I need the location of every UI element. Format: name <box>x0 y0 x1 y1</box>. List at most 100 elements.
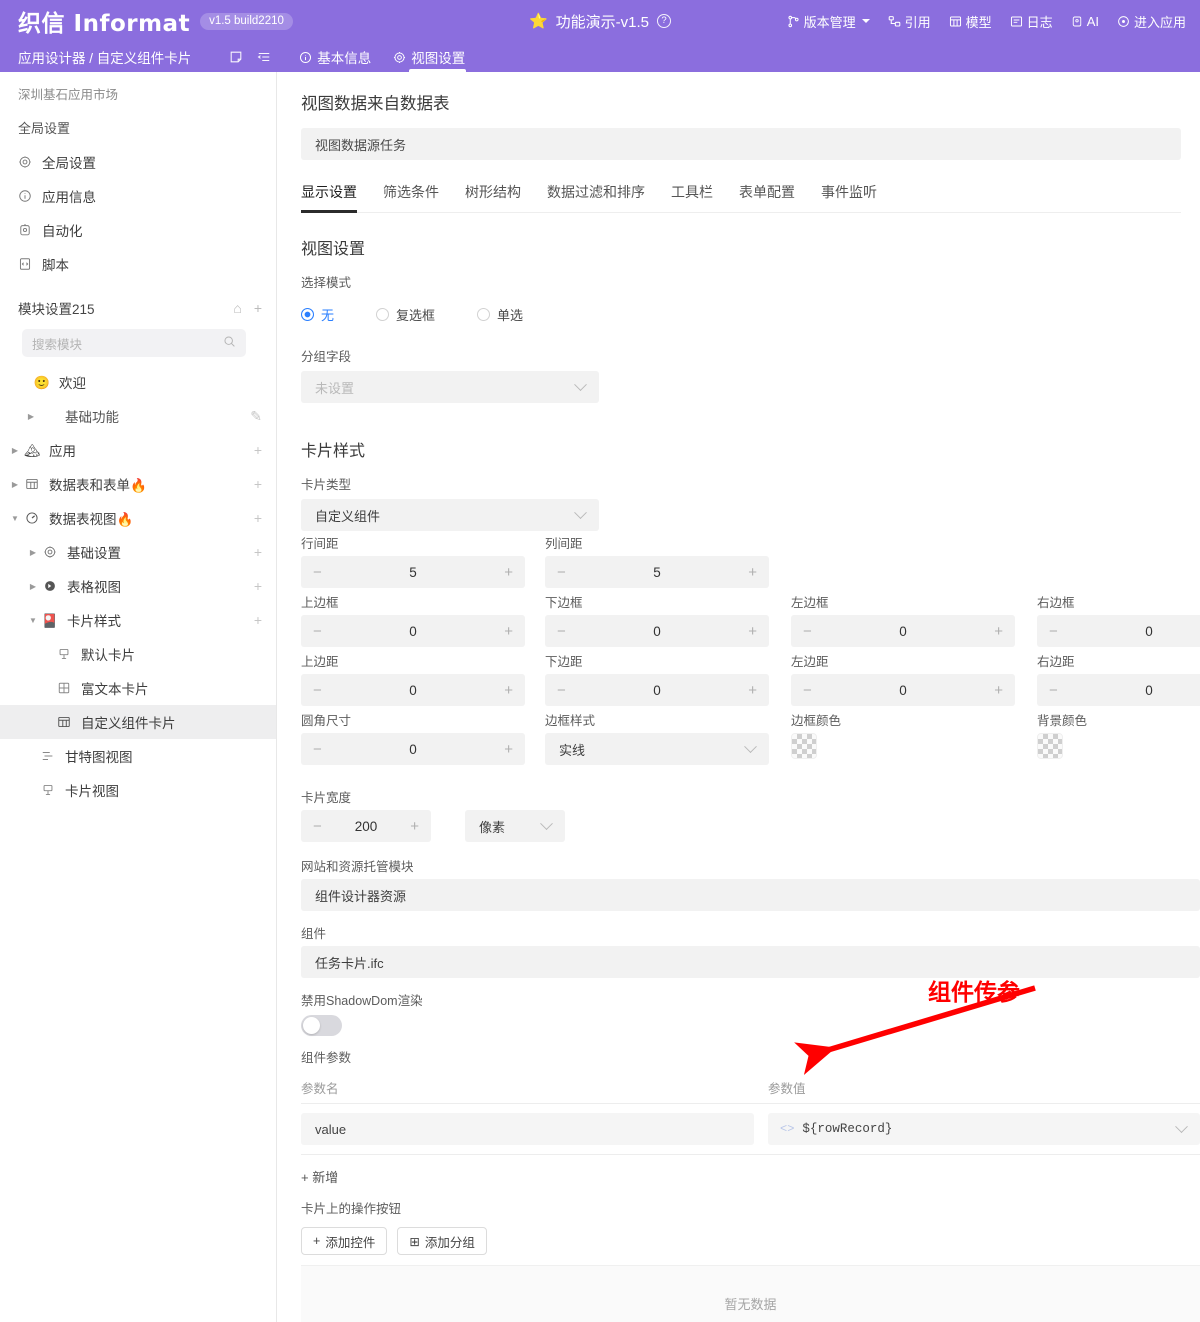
margin-right-stepper[interactable]: − 0 + <box>1037 674 1200 706</box>
top-action-reference[interactable]: 引用 <box>888 12 931 31</box>
row-gap-stepper[interactable]: − 5 + <box>301 556 525 588</box>
edit-icon[interactable]: ✎ <box>250 409 262 423</box>
decrement-button[interactable]: − <box>1049 683 1058 698</box>
top-action-model[interactable]: 模型 <box>949 12 992 31</box>
chevron-down-icon[interactable]: ▼ <box>26 616 40 625</box>
tab-filter-conditions[interactable]: 筛选条件 <box>383 182 439 212</box>
card-type-select[interactable]: 自定义组件 <box>301 499 599 531</box>
decrement-button[interactable]: − <box>557 683 566 698</box>
chevron-right-icon[interactable]: ▶ <box>8 480 22 489</box>
plus-icon[interactable]: + <box>254 613 262 627</box>
collapse-icon[interactable]: ⌂ <box>233 301 241 315</box>
host-module-field[interactable]: 组件设计器资源 <box>301 879 1200 911</box>
top-action-version[interactable]: 版本管理 <box>787 12 870 31</box>
increment-button[interactable]: + <box>410 819 419 834</box>
decrement-button[interactable]: − <box>803 624 812 639</box>
group-field-select[interactable]: 未设置 <box>301 371 599 403</box>
sidebar-item-automation[interactable]: 自动化 <box>0 213 276 247</box>
sidebar-item-basic-feature[interactable]: ▶ 基础功能 ✎ <box>0 399 276 433</box>
top-action-ai[interactable]: AI <box>1071 14 1099 29</box>
border-bottom-stepper[interactable]: − 0 + <box>545 615 769 647</box>
top-action-log[interactable]: 日志 <box>1010 12 1053 31</box>
help-icon[interactable]: ? <box>657 14 671 28</box>
sidebar-item-table-views[interactable]: ▼ 数据表视图🔥 + <box>0 501 276 535</box>
sidebar-item-custom-component-card[interactable]: 自定义组件卡片 <box>0 705 276 739</box>
corner-radius-stepper[interactable]: − 0 + <box>301 733 525 765</box>
sidebar-item-card-style[interactable]: ▼ 🎴 卡片样式 + <box>0 603 276 637</box>
decrement-button[interactable]: − <box>313 742 322 757</box>
tab-event-listener[interactable]: 事件监听 <box>821 182 877 212</box>
increment-button[interactable]: + <box>994 683 1003 698</box>
increment-button[interactable]: + <box>504 565 513 580</box>
increment-button[interactable]: + <box>504 742 513 757</box>
increment-button[interactable]: + <box>748 683 757 698</box>
param-value-input[interactable]: <> ${rowRecord} <box>768 1113 1200 1145</box>
shadowdom-toggle[interactable] <box>301 1015 342 1036</box>
search-module-input[interactable]: 搜索模块 <box>22 329 246 357</box>
border-top-stepper[interactable]: − 0 + <box>301 615 525 647</box>
sidebar-item-gantt-view[interactable]: 甘特图视图 <box>0 739 276 773</box>
radio-none[interactable]: 无 <box>301 305 334 324</box>
increment-button[interactable]: + <box>994 624 1003 639</box>
plus-icon[interactable]: + <box>254 477 262 491</box>
sidebar-item-basic-settings[interactable]: ▶ 基础设置 + <box>0 535 276 569</box>
sidebar-item-global-settings[interactable]: 全局设置 <box>0 145 276 179</box>
sidebar-item-tables-forms[interactable]: ▶ 数据表和表单🔥 + <box>0 467 276 501</box>
decrement-button[interactable]: − <box>1049 624 1058 639</box>
note-icon[interactable] <box>229 50 243 64</box>
plus-icon[interactable]: + <box>254 301 262 315</box>
col-gap-stepper[interactable]: − 5 + <box>545 556 769 588</box>
border-left-stepper[interactable]: − 0 + <box>791 615 1015 647</box>
plus-icon[interactable]: + <box>254 511 262 525</box>
border-right-stepper[interactable]: − 0 + <box>1037 615 1200 647</box>
decrement-button[interactable]: − <box>803 683 812 698</box>
tab-basic-info[interactable]: 基本信息 <box>299 42 371 72</box>
tab-tree-structure[interactable]: 树形结构 <box>465 182 521 212</box>
plus-icon[interactable]: + <box>254 443 262 457</box>
sidebar-item-application[interactable]: ▶ 🏔 应用 + <box>0 433 276 467</box>
decrement-button[interactable]: − <box>313 683 322 698</box>
plus-icon[interactable]: + <box>254 545 262 559</box>
increment-button[interactable]: + <box>748 624 757 639</box>
sidebar-item-script[interactable]: 脚本 <box>0 247 276 281</box>
margin-left-stepper[interactable]: − 0 + <box>791 674 1015 706</box>
radio-checkbox[interactable]: 复选框 <box>376 305 435 324</box>
plus-icon[interactable]: + <box>254 579 262 593</box>
tab-view-settings[interactable]: 视图设置 <box>393 42 465 72</box>
decrement-button[interactable]: − <box>557 624 566 639</box>
add-group-button[interactable]: ⊞ 添加分组 <box>397 1227 487 1255</box>
card-width-stepper[interactable]: − 200 + <box>301 810 431 842</box>
chevron-right-icon[interactable]: ▶ <box>8 446 22 455</box>
decrement-button[interactable]: − <box>313 565 322 580</box>
add-param-button[interactable]: + 新增 <box>301 1167 1200 1186</box>
param-name-input[interactable]: value <box>301 1113 754 1145</box>
chevron-right-icon[interactable]: ▶ <box>26 548 40 557</box>
border-color-swatch[interactable] <box>791 733 817 759</box>
tab-display-settings[interactable]: 显示设置 <box>301 182 357 212</box>
datasource-field[interactable]: 视图数据源任务 <box>301 128 1181 160</box>
sidebar-item-richtext-card[interactable]: 富文本卡片 <box>0 671 276 705</box>
sidebar-item-welcome[interactable]: 🙂 欢迎 <box>0 365 276 399</box>
collapse-icon[interactable] <box>257 50 271 64</box>
margin-top-stepper[interactable]: − 0 + <box>301 674 525 706</box>
border-style-select[interactable]: 实线 <box>545 733 769 765</box>
add-widget-button[interactable]: + 添加控件 <box>301 1227 387 1255</box>
tab-data-filter-sort[interactable]: 数据过滤和排序 <box>547 182 645 212</box>
decrement-button[interactable]: − <box>313 624 322 639</box>
increment-button[interactable]: + <box>504 624 513 639</box>
top-action-enter-app[interactable]: 进入应用 <box>1117 12 1186 31</box>
margin-bottom-stepper[interactable]: − 0 + <box>545 674 769 706</box>
chevron-right-icon[interactable]: ▶ <box>24 412 38 421</box>
increment-button[interactable]: + <box>748 565 757 580</box>
decrement-button[interactable]: − <box>313 819 322 834</box>
tab-toolbar[interactable]: 工具栏 <box>671 182 713 212</box>
increment-button[interactable]: + <box>504 683 513 698</box>
chevron-down-icon[interactable]: ▼ <box>8 514 22 523</box>
component-field[interactable]: 任务卡片.ifc <box>301 946 1200 978</box>
sidebar-item-app-info[interactable]: 应用信息 <box>0 179 276 213</box>
decrement-button[interactable]: − <box>557 565 566 580</box>
tab-form-config[interactable]: 表单配置 <box>739 182 795 212</box>
chevron-right-icon[interactable]: ▶ <box>26 582 40 591</box>
sidebar-item-card-view[interactable]: 卡片视图 <box>0 773 276 807</box>
card-width-unit-select[interactable]: 像素 <box>465 810 565 842</box>
